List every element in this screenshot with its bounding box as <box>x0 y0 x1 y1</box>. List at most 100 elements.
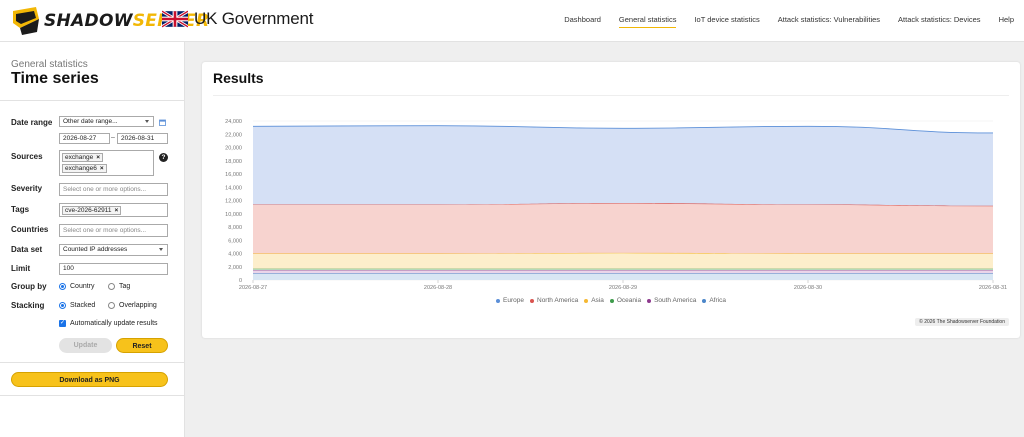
legend-dot <box>530 298 534 303</box>
legend-label: North America <box>537 297 579 304</box>
limit-input[interactable]: 100 <box>59 263 168 275</box>
group-by-country-label[interactable]: Country <box>70 283 95 290</box>
date-range-separator: – <box>111 134 115 141</box>
legend-item-africa[interactable]: Africa <box>702 297 726 304</box>
y-tick-label: 6,000 <box>228 238 242 244</box>
date-from-input[interactable]: 2026-08-27 <box>59 133 110 144</box>
time-series-chart: 0 2,000 4,000 6,000 8,000 10,000 12,000 14,000 1… <box>225 119 1007 291</box>
legend-item-asia[interactable]: Asia <box>584 297 604 304</box>
reset-button[interactable]: Reset <box>116 338 168 353</box>
severity-label: Severity <box>11 184 43 193</box>
y-tick-label: 10,000 <box>225 212 242 218</box>
download-png-button[interactable]: Download as PNG <box>11 372 168 387</box>
remove-chip-icon[interactable]: × <box>96 154 100 161</box>
countries-multiselect[interactable]: Select one or more options... <box>59 224 168 237</box>
y-tick-label: 4,000 <box>228 252 242 258</box>
sidebar-title: Time series <box>11 70 99 87</box>
help-icon[interactable]: ? <box>159 153 168 162</box>
results-card: Results 0 2,000 4,000 6,000 8,000 10,000 12,00… <box>202 62 1020 338</box>
nav-attack-devices[interactable]: Attack statistics: Devices <box>898 15 981 28</box>
tag-chip: cve-2026-62911 × <box>62 206 122 215</box>
area-south-america <box>253 270 993 274</box>
x-tick-label: 2026-08-29 <box>609 285 637 291</box>
group-by-tag-label[interactable]: Tag <box>119 283 130 290</box>
area-north-america <box>253 203 993 254</box>
legend-item-south-america[interactable]: South America <box>647 297 696 304</box>
legend-item-oceania[interactable]: Oceania <box>609 297 642 304</box>
y-tick-label: 8,000 <box>228 225 242 231</box>
legend-dot <box>584 298 589 303</box>
sidebar-divider <box>0 362 185 363</box>
chevron-down-icon <box>159 248 163 251</box>
group-by-country-radio[interactable] <box>59 283 66 290</box>
source-chip-exchange6: exchange6 × <box>62 164 107 173</box>
legend-item-europe[interactable]: Europe <box>496 297 524 304</box>
nav-general-statistics[interactable]: General statistics <box>618 15 677 28</box>
filter-sidebar: General statistics Time series Date rang… <box>0 42 185 437</box>
source-chip-exchange: exchange × <box>62 153 103 162</box>
date-range-label: Date range <box>11 118 53 127</box>
main-nav: Dashboard General statistics IoT device … <box>546 15 1014 28</box>
x-tick-label: 2026-08-31 <box>979 285 1007 291</box>
sources-multiselect[interactable]: exchange × exchange6 × <box>59 150 154 176</box>
chevron-down-icon <box>145 120 149 123</box>
data-set-select-value: Counted IP addresses <box>63 246 128 253</box>
stacking-overlapping-label[interactable]: Overlapping <box>119 302 157 309</box>
sidebar-subtitle: General statistics <box>11 59 88 70</box>
x-tick-label: 2026-08-28 <box>424 285 452 291</box>
shadowserver-logo-icon <box>13 7 39 35</box>
calendar-icon[interactable] <box>159 119 166 126</box>
legend-dot <box>609 298 614 303</box>
nav-attack-vulnerabilities[interactable]: Attack statistics: Vulnerabilities <box>778 15 880 28</box>
stacking-stacked-label[interactable]: Stacked <box>70 302 95 309</box>
x-tick-label: 2026-08-27 <box>239 285 267 291</box>
y-tick-label: 16,000 <box>225 172 242 178</box>
stacking-overlapping-radio[interactable] <box>108 302 115 309</box>
limit-label: Limit <box>11 264 31 273</box>
area-africa <box>253 273 993 280</box>
area-asia <box>253 252 993 269</box>
remove-chip-icon[interactable]: × <box>115 207 119 214</box>
chart-credit: © 2026 The Shadowserver Foundation <box>915 318 1009 326</box>
auto-update-checkbox[interactable]: ✓ <box>59 320 66 327</box>
data-set-select[interactable]: Counted IP addresses <box>59 244 168 256</box>
y-tick-label: 14,000 <box>225 185 242 191</box>
auto-update-label[interactable]: Automatically update results <box>70 320 158 327</box>
y-tick-label: 22,000 <box>225 132 242 138</box>
chart-legend: Europe North America Asia Oceania South Amer… <box>202 297 1020 305</box>
date-range-select[interactable]: Other date range... <box>59 116 154 127</box>
y-tick-label: 2,000 <box>228 265 242 271</box>
uk-government-label: UK Government <box>194 9 314 28</box>
legend-label: South America <box>654 297 697 304</box>
group-by-label: Group by <box>11 282 47 291</box>
group-by-tag-radio[interactable] <box>108 283 115 290</box>
update-button[interactable]: Update <box>59 338 112 353</box>
y-tick-label: 24,000 <box>225 119 242 125</box>
nav-dashboard[interactable]: Dashboard <box>564 15 601 28</box>
remove-chip-icon[interactable]: × <box>100 165 104 172</box>
legend-label: Europe <box>503 297 524 304</box>
stacking-label: Stacking <box>11 301 45 310</box>
top-bar: SHADOWSERVER UK Government Dashboard Gen… <box>0 0 1024 42</box>
data-set-label: Data set <box>11 245 43 254</box>
legend-label: Oceania <box>616 297 642 304</box>
legend-item-north-america[interactable]: North America <box>530 297 578 304</box>
sources-label: Sources <box>11 152 43 161</box>
sidebar-divider <box>0 395 185 396</box>
legend-dot <box>496 298 501 303</box>
date-to-input[interactable]: 2026-08-31 <box>117 133 168 144</box>
uk-government-brand[interactable]: UK Government <box>162 9 313 29</box>
x-tick-label: 2026-08-30 <box>794 285 822 291</box>
legend-dot <box>647 298 652 303</box>
severity-multiselect[interactable]: Select one or more options... <box>59 183 168 196</box>
stacking-stacked-radio[interactable] <box>59 302 66 309</box>
nav-help[interactable]: Help <box>999 15 1014 28</box>
y-tick-label: 20,000 <box>225 146 242 152</box>
tags-multiselect[interactable]: cve-2026-62911 × <box>59 203 168 217</box>
nav-iot-device-statistics[interactable]: IoT device statistics <box>694 15 759 28</box>
tags-label: Tags <box>11 205 30 214</box>
y-tick-label: 12,000 <box>225 199 242 205</box>
countries-label: Countries <box>11 225 49 234</box>
legend-label: Asia <box>591 297 604 304</box>
area-europe <box>253 125 993 206</box>
